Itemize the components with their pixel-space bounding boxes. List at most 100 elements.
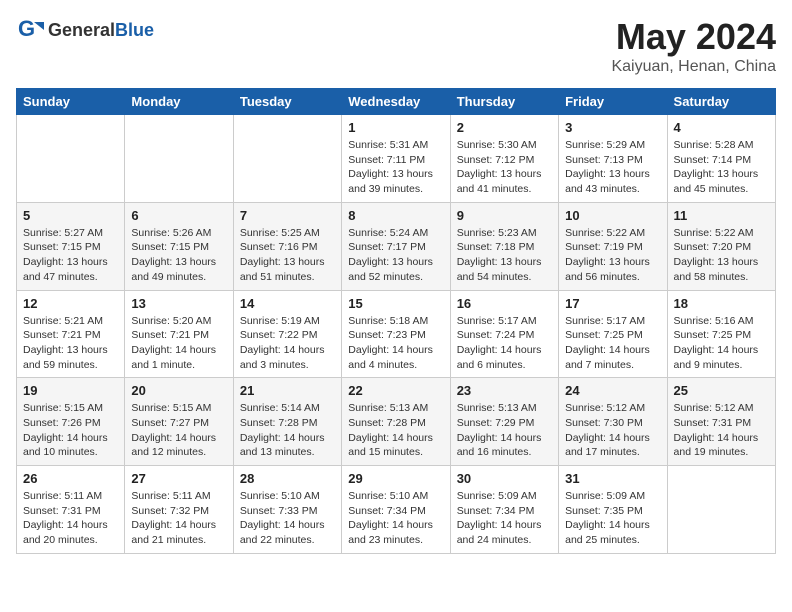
calendar-cell: 19 Sunrise: 5:15 AMSunset: 7:26 PMDayligh…: [17, 378, 125, 466]
calendar-week-row: 12 Sunrise: 5:21 AMSunset: 7:21 PMDayligh…: [17, 290, 776, 378]
day-info: Sunrise: 5:30 AMSunset: 7:12 PMDaylight:…: [457, 138, 552, 197]
calendar-cell: 26Sunrise: 5:11 AMSunset: 7:31 PMDayligh…: [17, 466, 125, 554]
day-info: Sunrise: 5:16 AMSunset: 7:25 PMDaylight:…: [674, 314, 769, 373]
day-number: 12: [23, 296, 118, 311]
calendar-cell: 5Sunrise: 5:27 AMSunset: 7:15 PMDaylight…: [17, 202, 125, 290]
calendar-week-row: 19 Sunrise: 5:15 AMSunset: 7:26 PMDayligh…: [17, 378, 776, 466]
day-info: Sunrise: 5:18 AMSunset: 7:23 PMDaylight:…: [348, 314, 443, 373]
weekday-header-wednesday: Wednesday: [342, 89, 450, 115]
title-block: May 2024 Kaiyuan, Henan, China: [611, 16, 776, 76]
calendar-cell: 18 Sunrise: 5:16 AMSunset: 7:25 PMDayligh…: [667, 290, 775, 378]
calendar-cell: 20Sunrise: 5:15 AMSunset: 7:27 PMDayligh…: [125, 378, 233, 466]
day-info: Sunrise: 5:22 AMSunset: 7:19 PMDaylight:…: [565, 226, 660, 285]
weekday-header-friday: Friday: [559, 89, 667, 115]
calendar-cell: 9 Sunrise: 5:23 AMSunset: 7:18 PMDaylight…: [450, 202, 558, 290]
day-info: Sunrise: 5:12 AMSunset: 7:31 PMDaylight:…: [674, 401, 769, 460]
day-number: 10: [565, 208, 660, 223]
calendar-cell: 25 Sunrise: 5:12 AMSunset: 7:31 PMDayligh…: [667, 378, 775, 466]
day-number: 19: [23, 383, 118, 398]
calendar-cell: 30Sunrise: 5:09 AMSunset: 7:34 PMDayligh…: [450, 466, 558, 554]
month-title: May 2024: [611, 16, 776, 58]
calendar-cell: 11 Sunrise: 5:22 AMSunset: 7:20 PMDayligh…: [667, 202, 775, 290]
calendar-cell: [125, 115, 233, 203]
calendar-cell: 23Sunrise: 5:13 AMSunset: 7:29 PMDayligh…: [450, 378, 558, 466]
day-number: 9: [457, 208, 552, 223]
calendar-cell: 21 Sunrise: 5:14 AMSunset: 7:28 PMDayligh…: [233, 378, 341, 466]
calendar-cell: 29 Sunrise: 5:10 AMSunset: 7:34 PMDayligh…: [342, 466, 450, 554]
day-number: 5: [23, 208, 118, 223]
calendar-cell: 12 Sunrise: 5:21 AMSunset: 7:21 PMDayligh…: [17, 290, 125, 378]
day-number: 17: [565, 296, 660, 311]
svg-text:G: G: [18, 16, 35, 41]
day-number: 21: [240, 383, 335, 398]
day-number: 2: [457, 120, 552, 135]
day-info: Sunrise: 5:11 AMSunset: 7:32 PMDaylight:…: [131, 489, 226, 548]
day-info: Sunrise: 5:17 AMSunset: 7:25 PMDaylight:…: [565, 314, 660, 373]
day-number: 22: [348, 383, 443, 398]
day-info: Sunrise: 5:29 AMSunset: 7:13 PMDaylight:…: [565, 138, 660, 197]
weekday-header-saturday: Saturday: [667, 89, 775, 115]
day-number: 25: [674, 383, 769, 398]
logo-general-text: General: [48, 20, 115, 41]
day-info: Sunrise: 5:31 AMSunset: 7:11 PMDaylight:…: [348, 138, 443, 197]
day-info: Sunrise: 5:13 AMSunset: 7:28 PMDaylight:…: [348, 401, 443, 460]
day-number: 7: [240, 208, 335, 223]
day-number: 1: [348, 120, 443, 135]
calendar-cell: 3 Sunrise: 5:29 AMSunset: 7:13 PMDaylight…: [559, 115, 667, 203]
calendar-cell: 22 Sunrise: 5:13 AMSunset: 7:28 PMDayligh…: [342, 378, 450, 466]
day-info: Sunrise: 5:22 AMSunset: 7:20 PMDaylight:…: [674, 226, 769, 285]
day-info: Sunrise: 5:14 AMSunset: 7:28 PMDaylight:…: [240, 401, 335, 460]
day-info: Sunrise: 5:20 AMSunset: 7:21 PMDaylight:…: [131, 314, 226, 373]
day-info: Sunrise: 5:21 AMSunset: 7:21 PMDaylight:…: [23, 314, 118, 373]
logo-icon: G: [16, 16, 44, 44]
day-number: 24: [565, 383, 660, 398]
day-number: 16: [457, 296, 552, 311]
day-info: Sunrise: 5:17 AMSunset: 7:24 PMDaylight:…: [457, 314, 552, 373]
day-number: 14: [240, 296, 335, 311]
day-info: Sunrise: 5:25 AMSunset: 7:16 PMDaylight:…: [240, 226, 335, 285]
calendar-cell: 31Sunrise: 5:09 AMSunset: 7:35 PMDayligh…: [559, 466, 667, 554]
calendar-cell: 6 Sunrise: 5:26 AMSunset: 7:15 PMDaylight…: [125, 202, 233, 290]
calendar-table: SundayMondayTuesdayWednesdayThursdayFrid…: [16, 88, 776, 554]
calendar-cell: 14 Sunrise: 5:19 AMSunset: 7:22 PMDayligh…: [233, 290, 341, 378]
calendar-cell: 24Sunrise: 5:12 AMSunset: 7:30 PMDayligh…: [559, 378, 667, 466]
calendar-cell: 7 Sunrise: 5:25 AMSunset: 7:16 PMDaylight…: [233, 202, 341, 290]
day-number: 11: [674, 208, 769, 223]
page-header: G GeneralBlue May 2024 Kaiyuan, Henan, C…: [16, 16, 776, 76]
day-info: Sunrise: 5:10 AMSunset: 7:33 PMDaylight:…: [240, 489, 335, 548]
day-info: Sunrise: 5:09 AMSunset: 7:34 PMDaylight:…: [457, 489, 552, 548]
day-info: Sunrise: 5:15 AMSunset: 7:27 PMDaylight:…: [131, 401, 226, 460]
day-number: 15: [348, 296, 443, 311]
calendar-cell: 27Sunrise: 5:11 AMSunset: 7:32 PMDayligh…: [125, 466, 233, 554]
day-number: 6: [131, 208, 226, 223]
calendar-cell: 4 Sunrise: 5:28 AMSunset: 7:14 PMDaylight…: [667, 115, 775, 203]
calendar-week-row: 1 Sunrise: 5:31 AMSunset: 7:11 PMDaylight…: [17, 115, 776, 203]
day-info: Sunrise: 5:15 AMSunset: 7:26 PMDaylight:…: [23, 401, 118, 460]
day-info: Sunrise: 5:09 AMSunset: 7:35 PMDaylight:…: [565, 489, 660, 548]
day-number: 18: [674, 296, 769, 311]
day-info: Sunrise: 5:23 AMSunset: 7:18 PMDaylight:…: [457, 226, 552, 285]
day-number: 4: [674, 120, 769, 135]
weekday-header-monday: Monday: [125, 89, 233, 115]
calendar-cell: 10 Sunrise: 5:22 AMSunset: 7:19 PMDayligh…: [559, 202, 667, 290]
day-info: Sunrise: 5:13 AMSunset: 7:29 PMDaylight:…: [457, 401, 552, 460]
day-number: 3: [565, 120, 660, 135]
calendar-cell: [17, 115, 125, 203]
day-info: Sunrise: 5:26 AMSunset: 7:15 PMDaylight:…: [131, 226, 226, 285]
day-info: Sunrise: 5:11 AMSunset: 7:31 PMDaylight:…: [23, 489, 118, 548]
weekday-header-sunday: Sunday: [17, 89, 125, 115]
day-info: Sunrise: 5:10 AMSunset: 7:34 PMDaylight:…: [348, 489, 443, 548]
calendar-cell: 15 Sunrise: 5:18 AMSunset: 7:23 PMDayligh…: [342, 290, 450, 378]
weekday-header-thursday: Thursday: [450, 89, 558, 115]
calendar-cell: 13 Sunrise: 5:20 AMSunset: 7:21 PMDayligh…: [125, 290, 233, 378]
calendar-cell: 1 Sunrise: 5:31 AMSunset: 7:11 PMDaylight…: [342, 115, 450, 203]
day-info: Sunrise: 5:28 AMSunset: 7:14 PMDaylight:…: [674, 138, 769, 197]
calendar-cell: 16 Sunrise: 5:17 AMSunset: 7:24 PMDayligh…: [450, 290, 558, 378]
calendar-cell: [667, 466, 775, 554]
day-number: 29: [348, 471, 443, 486]
day-info: Sunrise: 5:19 AMSunset: 7:22 PMDaylight:…: [240, 314, 335, 373]
location-title: Kaiyuan, Henan, China: [611, 58, 776, 76]
calendar-cell: 17 Sunrise: 5:17 AMSunset: 7:25 PMDayligh…: [559, 290, 667, 378]
day-number: 13: [131, 296, 226, 311]
weekday-header-row: SundayMondayTuesdayWednesdayThursdayFrid…: [17, 89, 776, 115]
